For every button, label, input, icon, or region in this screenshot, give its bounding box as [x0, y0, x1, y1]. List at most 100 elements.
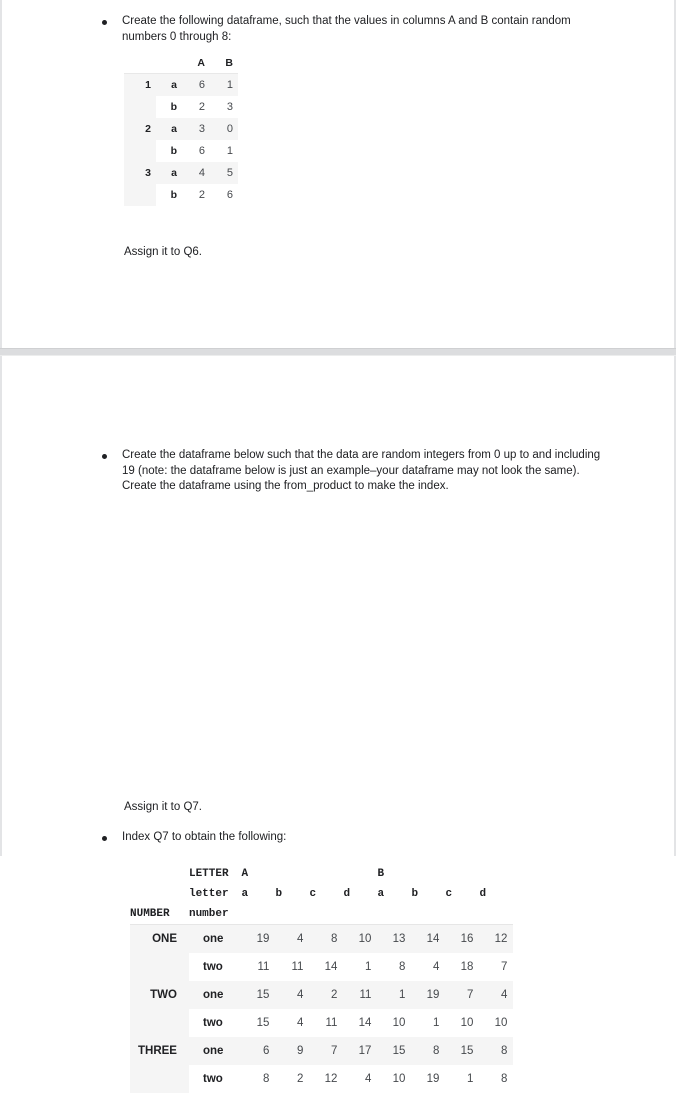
table-header-row-number: NUMBER number [130, 904, 513, 925]
index-corner-blank-2 [156, 55, 182, 74]
table-row: TWO one 15 4 2 11 1 19 7 4 [130, 981, 513, 1009]
row-index-outer [124, 96, 156, 118]
cell-value: 16 [445, 925, 479, 954]
row-index-outer: 1 [124, 74, 156, 97]
cell-value: 8 [411, 1037, 445, 1065]
cell-value: 19 [411, 981, 445, 1009]
column-group-header-a: A [241, 864, 377, 884]
assign-text-q7: Assign it to Q7. [124, 800, 202, 816]
header-number-sub-label: number [189, 904, 241, 925]
cell-value: 1 [210, 140, 238, 162]
cell-value: 1 [210, 74, 238, 97]
cell-value: 4 [343, 1065, 377, 1093]
cell-value: 11 [275, 953, 309, 981]
cell-value: 14 [343, 1009, 377, 1037]
bullet-marker-icon [102, 836, 107, 841]
cell-value: 19 [241, 925, 275, 954]
cell-value: 4 [275, 925, 309, 954]
cell-value: 15 [241, 981, 275, 1009]
instruction-bullet-index-q7: Index Q7 to obtain the following: [102, 830, 602, 846]
table-header-row-letter-sub: letter a b c d a b c d [130, 884, 513, 904]
row-index-outer: THREE [130, 1037, 189, 1065]
column-subheader-b-a: a [377, 884, 411, 904]
table-row: 2 a 3 0 [124, 118, 238, 140]
cell-value: 2 [182, 184, 210, 206]
cell-value: 12 [309, 1065, 343, 1093]
dataframe-q7: LETTER A B letter a b c d a b c d NUMBER… [130, 864, 513, 1093]
cell-value: 3 [182, 118, 210, 140]
table-row: 1 a 6 1 [124, 74, 238, 97]
cell-value: 1 [343, 953, 377, 981]
row-index-inner: one [189, 925, 241, 954]
row-index-inner: one [189, 981, 241, 1009]
table-row: ONE one 19 4 8 10 13 14 16 12 [130, 925, 513, 954]
header-letter-label: LETTER [189, 864, 241, 884]
instruction-bullet-q7: Create the dataframe below such that the… [102, 448, 602, 495]
header-number-label: NUMBER [130, 904, 189, 925]
row-index-outer: TWO [130, 981, 189, 1009]
cell-value: 15 [377, 1037, 411, 1065]
cell-value: 14 [411, 925, 445, 954]
cell-value: 19 [411, 1065, 445, 1093]
cell-value: 2 [309, 981, 343, 1009]
row-index-outer [124, 184, 156, 206]
header-row-number-filler [241, 904, 513, 925]
header-letter-sub-label: letter [189, 884, 241, 904]
table-row: two 15 4 11 14 10 1 10 10 [130, 1009, 513, 1037]
page-separator [0, 348, 676, 356]
column-subheader-a-b: b [275, 884, 309, 904]
cell-value: 7 [309, 1037, 343, 1065]
row-index-inner: two [189, 953, 241, 981]
table-row: b 6 1 [124, 140, 238, 162]
column-subheader-a-d: d [343, 884, 377, 904]
cell-value: 1 [377, 981, 411, 1009]
document-page-two: Create the dataframe below such that the… [0, 356, 676, 856]
row-index-inner: a [156, 118, 182, 140]
dataframe-q7-body: ONE one 19 4 8 10 13 14 16 12 two 11 11 … [130, 925, 513, 1093]
cell-value: 8 [377, 953, 411, 981]
instruction-bullet-q6: Create the following dataframe, such tha… [102, 14, 602, 45]
table-row: b 2 3 [124, 96, 238, 118]
row-index-inner: b [156, 96, 182, 118]
header-corner-blank-1 [130, 864, 189, 884]
cell-value: 4 [182, 162, 210, 184]
cell-value: 11 [241, 953, 275, 981]
cell-value: 7 [479, 953, 513, 981]
cell-value: 3 [210, 96, 238, 118]
table-row: two 8 2 12 4 10 19 1 8 [130, 1065, 513, 1093]
cell-value: 11 [309, 1009, 343, 1037]
cell-value: 2 [182, 96, 210, 118]
cell-value: 4 [411, 953, 445, 981]
dataframe-q6: A B 1 a 6 1 b 2 3 2 a 3 0 [124, 55, 238, 206]
cell-value: 15 [445, 1037, 479, 1065]
row-index-outer: 2 [124, 118, 156, 140]
cell-value: 8 [309, 925, 343, 954]
cell-value: 4 [275, 981, 309, 1009]
cell-value: 2 [275, 1065, 309, 1093]
cell-value: 0 [210, 118, 238, 140]
cell-value: 8 [479, 1065, 513, 1093]
document-page-one: Create the following dataframe, such tha… [0, 0, 676, 348]
column-subheader-b-d: d [479, 884, 513, 904]
cell-value: 1 [445, 1065, 479, 1093]
table-row: two 11 11 14 1 8 4 18 7 [130, 953, 513, 981]
cell-value: 6 [210, 184, 238, 206]
cell-value: 10 [377, 1065, 411, 1093]
cell-value: 18 [445, 953, 479, 981]
cell-value: 4 [479, 981, 513, 1009]
table-row: THREE one 6 9 7 17 15 8 15 8 [130, 1037, 513, 1065]
cell-value: 13 [377, 925, 411, 954]
row-index-inner: two [189, 1009, 241, 1037]
cell-value: 11 [343, 981, 377, 1009]
cell-value: 8 [479, 1037, 513, 1065]
cell-value: 6 [182, 74, 210, 97]
cell-value: 6 [241, 1037, 275, 1065]
column-subheader-a-a: a [241, 884, 275, 904]
dataframe-q6-header: A B [124, 55, 238, 74]
cell-value: 7 [445, 981, 479, 1009]
table-header-row-letter: LETTER A B [130, 864, 513, 884]
table-row: b 2 6 [124, 184, 238, 206]
row-index-outer: 3 [124, 162, 156, 184]
row-index-outer [124, 140, 156, 162]
cell-value: 10 [445, 1009, 479, 1037]
